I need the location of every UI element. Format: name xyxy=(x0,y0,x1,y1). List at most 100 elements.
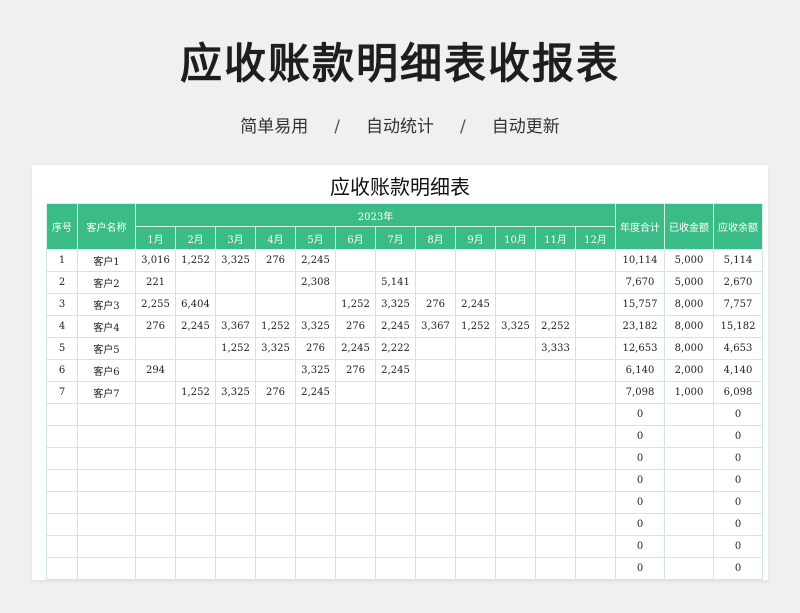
cell-year-total[interactable]: 6,140 xyxy=(615,359,665,382)
cell-month-amount[interactable] xyxy=(455,425,496,448)
cell-month-amount[interactable]: 2,255 xyxy=(135,293,176,316)
cell-month-amount[interactable] xyxy=(535,403,576,426)
cell-month-amount[interactable] xyxy=(135,447,176,470)
cell-customer[interactable]: 客户2 xyxy=(77,271,136,294)
cell-month-amount[interactable]: 1,252 xyxy=(255,315,296,338)
cell-month-amount[interactable] xyxy=(255,447,296,470)
cell-customer[interactable]: 客户6 xyxy=(77,359,136,382)
cell-month-amount[interactable] xyxy=(495,403,536,426)
cell-month-amount[interactable] xyxy=(215,447,256,470)
cell-seq[interactable] xyxy=(46,513,78,536)
cell-month-amount[interactable] xyxy=(575,381,616,404)
cell-received[interactable] xyxy=(664,491,714,514)
cell-year-total[interactable]: 0 xyxy=(615,469,665,492)
cell-month-amount[interactable] xyxy=(295,293,336,316)
cell-received[interactable] xyxy=(664,535,714,558)
cell-received[interactable]: 8,000 xyxy=(664,293,714,316)
cell-month-amount[interactable]: 276 xyxy=(295,337,336,360)
cell-month-amount[interactable] xyxy=(455,447,496,470)
cell-month-amount[interactable] xyxy=(255,535,296,558)
cell-month-amount[interactable] xyxy=(535,491,576,514)
cell-month-amount[interactable] xyxy=(415,491,456,514)
cell-month-amount[interactable] xyxy=(375,447,416,470)
cell-month-amount[interactable] xyxy=(375,249,416,272)
cell-month-amount[interactable] xyxy=(375,491,416,514)
cell-month-amount[interactable]: 276 xyxy=(135,315,176,338)
cell-month-amount[interactable] xyxy=(415,425,456,448)
cell-month-amount[interactable] xyxy=(375,403,416,426)
cell-customer[interactable]: 客户1 xyxy=(77,249,136,272)
cell-year-total[interactable]: 0 xyxy=(615,447,665,470)
cell-month-amount[interactable] xyxy=(495,535,536,558)
cell-month-amount[interactable] xyxy=(255,271,296,294)
cell-month-amount[interactable]: 276 xyxy=(335,359,376,382)
cell-month-amount[interactable]: 2,245 xyxy=(175,315,216,338)
cell-month-amount[interactable] xyxy=(495,425,536,448)
cell-month-amount[interactable] xyxy=(375,381,416,404)
cell-month-amount[interactable] xyxy=(575,447,616,470)
cell-month-amount[interactable] xyxy=(295,513,336,536)
cell-month-amount[interactable] xyxy=(335,249,376,272)
cell-seq[interactable] xyxy=(46,491,78,514)
cell-seq[interactable]: 6 xyxy=(46,359,78,382)
cell-month-amount[interactable] xyxy=(575,403,616,426)
cell-month-amount[interactable] xyxy=(535,359,576,382)
cell-month-amount[interactable] xyxy=(495,359,536,382)
cell-month-amount[interactable] xyxy=(415,337,456,360)
cell-month-amount[interactable] xyxy=(575,249,616,272)
cell-seq[interactable]: 5 xyxy=(46,337,78,360)
cell-receivable[interactable]: 0 xyxy=(713,513,763,536)
cell-seq[interactable] xyxy=(46,535,78,558)
cell-month-amount[interactable] xyxy=(495,249,536,272)
cell-month-amount[interactable] xyxy=(495,337,536,360)
cell-month-amount[interactable] xyxy=(215,469,256,492)
cell-month-amount[interactable] xyxy=(495,557,536,580)
cell-received[interactable]: 5,000 xyxy=(664,249,714,272)
cell-month-amount[interactable] xyxy=(215,491,256,514)
cell-receivable[interactable]: 0 xyxy=(713,425,763,448)
cell-month-amount[interactable] xyxy=(455,491,496,514)
cell-month-amount[interactable] xyxy=(375,513,416,536)
cell-month-amount[interactable] xyxy=(175,513,216,536)
cell-month-amount[interactable]: 2,245 xyxy=(295,381,336,404)
cell-customer[interactable] xyxy=(77,513,136,536)
cell-month-amount[interactable] xyxy=(135,425,176,448)
cell-month-amount[interactable] xyxy=(215,513,256,536)
cell-customer[interactable]: 客户4 xyxy=(77,315,136,338)
cell-month-amount[interactable] xyxy=(175,469,216,492)
cell-year-total[interactable]: 10,114 xyxy=(615,249,665,272)
cell-customer[interactable] xyxy=(77,469,136,492)
cell-year-total[interactable]: 12,653 xyxy=(615,337,665,360)
cell-month-amount[interactable] xyxy=(535,557,576,580)
cell-month-amount[interactable] xyxy=(295,447,336,470)
cell-received[interactable] xyxy=(664,447,714,470)
cell-receivable[interactable]: 15,182 xyxy=(713,315,763,338)
cell-month-amount[interactable]: 294 xyxy=(135,359,176,382)
cell-month-amount[interactable] xyxy=(455,403,496,426)
cell-month-amount[interactable] xyxy=(495,491,536,514)
cell-customer[interactable]: 客户5 xyxy=(77,337,136,360)
cell-month-amount[interactable] xyxy=(455,359,496,382)
cell-month-amount[interactable] xyxy=(375,469,416,492)
cell-received[interactable] xyxy=(664,469,714,492)
cell-receivable[interactable]: 4,653 xyxy=(713,337,763,360)
cell-year-total[interactable]: 0 xyxy=(615,491,665,514)
cell-month-amount[interactable] xyxy=(455,557,496,580)
cell-month-amount[interactable] xyxy=(135,513,176,536)
cell-month-amount[interactable] xyxy=(135,403,176,426)
cell-month-amount[interactable] xyxy=(215,359,256,382)
cell-received[interactable]: 5,000 xyxy=(664,271,714,294)
cell-month-amount[interactable]: 2,245 xyxy=(375,359,416,382)
cell-month-amount[interactable] xyxy=(455,271,496,294)
cell-month-amount[interactable] xyxy=(255,293,296,316)
cell-month-amount[interactable]: 1,252 xyxy=(455,315,496,338)
cell-month-amount[interactable] xyxy=(495,271,536,294)
cell-customer[interactable] xyxy=(77,403,136,426)
cell-month-amount[interactable] xyxy=(335,403,376,426)
cell-month-amount[interactable] xyxy=(375,425,416,448)
cell-received[interactable]: 1,000 xyxy=(664,381,714,404)
cell-month-amount[interactable] xyxy=(495,513,536,536)
cell-received[interactable] xyxy=(664,513,714,536)
cell-month-amount[interactable] xyxy=(255,425,296,448)
cell-month-amount[interactable] xyxy=(295,535,336,558)
